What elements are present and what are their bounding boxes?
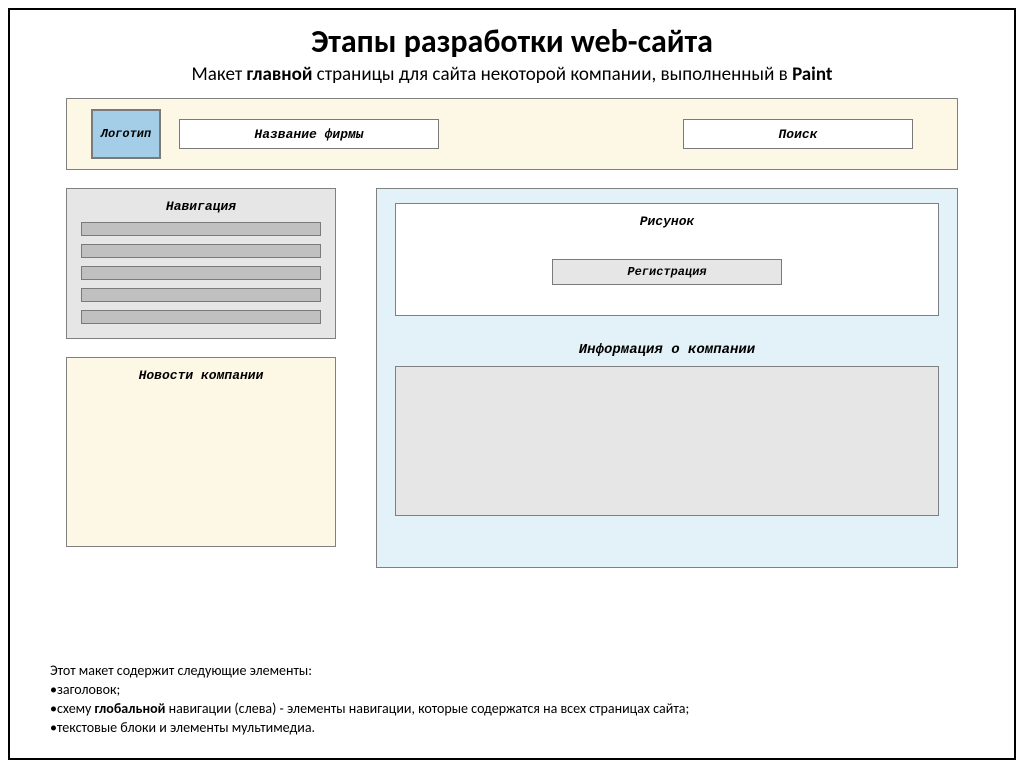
left-column: Навигация Новости компании — [66, 188, 336, 568]
news-title: Новости компании — [81, 368, 321, 383]
nav-item — [81, 244, 321, 258]
nav-item — [81, 266, 321, 280]
right-panel: Рисунок Регистрация Информация о компани… — [376, 188, 958, 568]
picture-panel: Рисунок Регистрация — [395, 203, 939, 316]
mockup-body: Навигация Новости компании Рисунок Регис… — [66, 188, 958, 568]
logo-box: Логотип — [91, 109, 161, 159]
subtitle-text-2: страницы для сайта некоторой компании, в… — [312, 63, 792, 86]
nav-item — [81, 310, 321, 324]
news-panel: Новости компании — [66, 357, 336, 547]
mockup-header: Логотип Название фирмы Поиск — [66, 98, 958, 170]
notes-bullet-3: •текстовые блоки и элементы мультимедиа. — [50, 719, 974, 738]
site-mockup: Логотип Название фирмы Поиск Навигация Н… — [66, 98, 958, 568]
nav-item — [81, 288, 321, 302]
notes-intro: Этот макет содержит следующие элементы: — [50, 662, 974, 681]
notes-block: Этот макет содержит следующие элементы: … — [50, 662, 974, 738]
notes-b2-pre: •схему — [50, 700, 95, 717]
subtitle-bold-1: главной — [246, 63, 312, 86]
navigation-title: Навигация — [81, 199, 321, 214]
subtitle-text: Макет — [192, 63, 247, 86]
slide-frame: Этапы разработки web-сайта Макет главной… — [8, 8, 1016, 760]
notes-b2-bold: глобальной — [95, 700, 166, 717]
registration-button: Регистрация — [552, 259, 782, 285]
search-box: Поиск — [683, 119, 913, 149]
picture-title: Рисунок — [410, 214, 924, 229]
notes-b2-post: навигации (слева) - элементы навигации, … — [165, 700, 689, 717]
notes-bullet-2: •схему глобальной навигации (слева) - эл… — [50, 700, 974, 719]
nav-item — [81, 222, 321, 236]
page-title: Этапы разработки web-сайта — [50, 22, 974, 61]
firm-name-box: Название фирмы — [179, 119, 439, 149]
subtitle: Макет главной страницы для сайта некотор… — [50, 63, 974, 86]
company-info-title: Информация о компании — [395, 342, 939, 358]
subtitle-bold-2: Paint — [792, 63, 832, 86]
right-column: Рисунок Регистрация Информация о компани… — [376, 188, 958, 568]
notes-bullet-1: •заголовок; — [50, 681, 974, 700]
company-info-box — [395, 366, 939, 516]
navigation-panel: Навигация — [66, 188, 336, 339]
